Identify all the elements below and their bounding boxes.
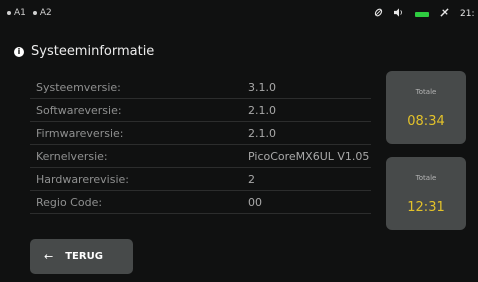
info-row-region-code: Regio Code: 00 bbox=[30, 191, 371, 214]
total-time-tile: Totale 08:34 bbox=[386, 71, 466, 144]
page-title: Systeeminformatie bbox=[31, 44, 155, 59]
speaker-icon[interactable] bbox=[394, 8, 404, 20]
dot-icon bbox=[7, 11, 11, 15]
leaf-icon bbox=[374, 8, 383, 20]
plug-icon bbox=[440, 8, 449, 20]
tile-value: 08:34 bbox=[407, 114, 445, 129]
info-icon: i bbox=[14, 46, 24, 57]
info-value: 00 bbox=[248, 195, 262, 209]
info-label: Kernelversie: bbox=[36, 149, 108, 163]
status-chip-label: A2 bbox=[39, 8, 52, 18]
info-value: 2 bbox=[248, 172, 255, 186]
info-row-software-version: Softwareversie: 2.1.0 bbox=[30, 99, 371, 122]
info-row-system-version: Systeemversie: 3.1.0 bbox=[30, 76, 371, 99]
status-left: A1 A2 bbox=[7, 8, 52, 18]
arrow-left-icon: ← bbox=[44, 250, 54, 263]
info-label: Systeemversie: bbox=[36, 80, 121, 94]
tile-label: Totale bbox=[415, 174, 437, 182]
info-value: 2.1.0 bbox=[248, 126, 276, 140]
screen: A1 A2 21: i Systeeminformatie Systeemver… bbox=[0, 0, 478, 282]
info-row-firmware-version: Firmwareversie: 2.1.0 bbox=[30, 122, 371, 145]
total-time-tile: Totale 12:31 bbox=[386, 157, 466, 230]
info-label: Hardwarerevisie: bbox=[36, 172, 129, 186]
dot-icon bbox=[32, 11, 37, 15]
info-row-hardware-revision: Hardwarerevisie: 2 bbox=[30, 168, 371, 191]
tile-value: 12:31 bbox=[407, 200, 445, 215]
clock-text: 21: bbox=[460, 9, 475, 19]
battery-icon bbox=[415, 11, 429, 17]
status-chip-a1: A1 bbox=[7, 8, 26, 18]
info-label: Regio Code: bbox=[36, 195, 103, 209]
back-button[interactable]: ← TERUG bbox=[30, 239, 133, 274]
info-value: PicoCoreMX6UL V1.05 bbox=[248, 149, 370, 163]
info-label: Softwareversie: bbox=[36, 103, 122, 117]
info-label: Firmwareversie: bbox=[36, 126, 124, 140]
status-chip-label: A1 bbox=[14, 8, 26, 18]
system-info-table: Systeemversie: 3.1.0 Softwareversie: 2.1… bbox=[30, 76, 371, 214]
info-value: 2.1.0 bbox=[248, 103, 276, 117]
status-chip-a2: A2 bbox=[32, 8, 52, 18]
info-row-kernel-version: Kernelversie: PicoCoreMX6UL V1.05 bbox=[30, 145, 371, 168]
status-bar: A1 A2 21: bbox=[0, 0, 478, 30]
info-value: 3.1.0 bbox=[248, 80, 276, 94]
page-header: i Systeeminformatie bbox=[14, 44, 154, 59]
tile-label: Totale bbox=[415, 88, 437, 96]
status-right: 21: bbox=[374, 7, 478, 21]
back-button-label: TERUG bbox=[65, 251, 103, 262]
